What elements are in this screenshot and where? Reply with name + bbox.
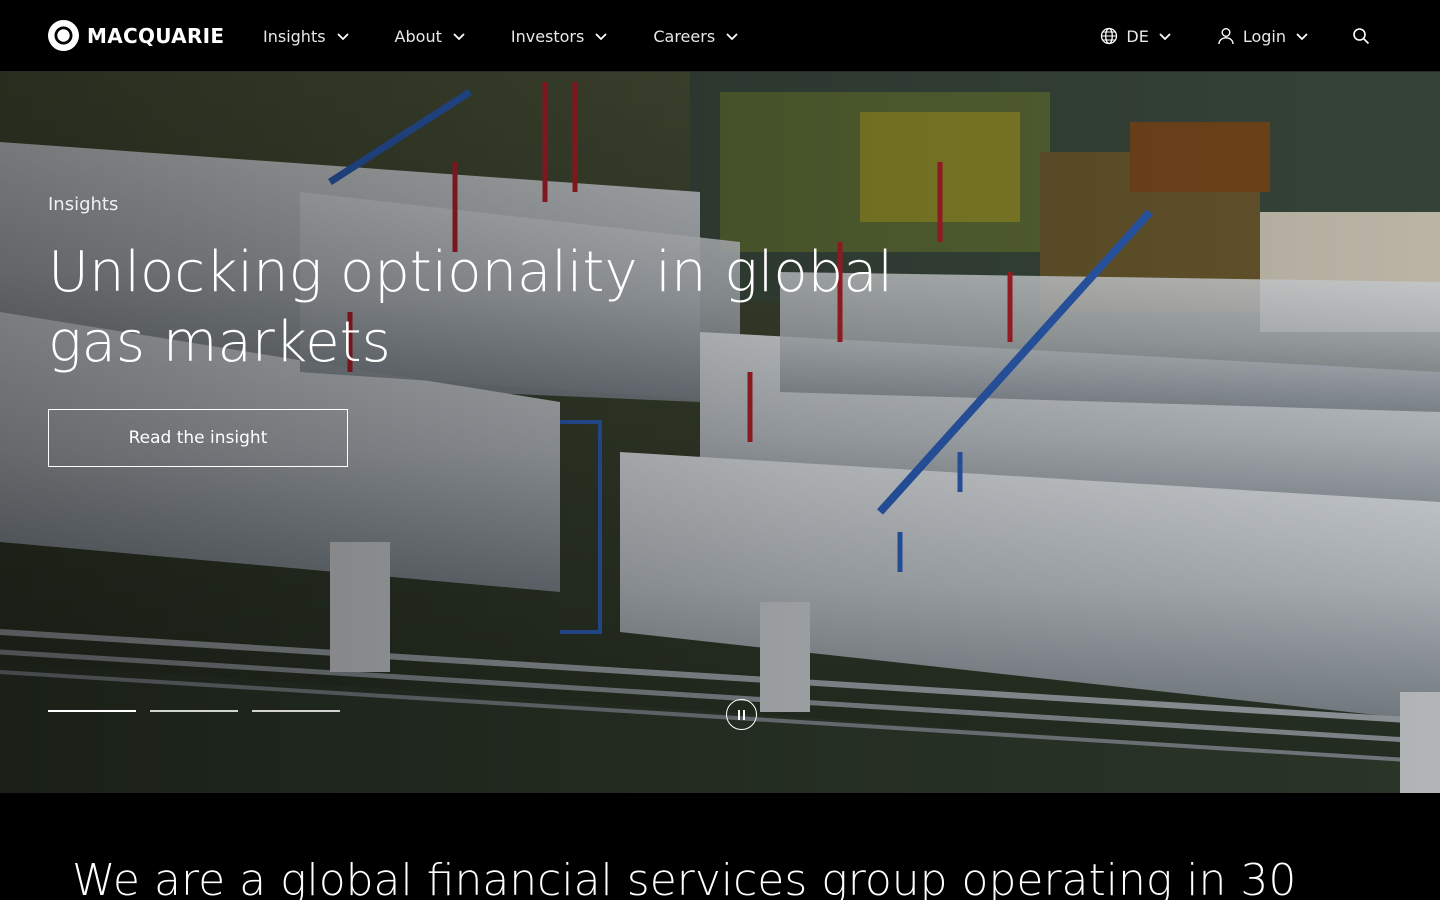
hero-eyebrow: Insights (48, 194, 119, 215)
hero-headline: Unlocking optionality in global gas mark… (48, 240, 894, 375)
utility-navigation: DE Login (1100, 0, 1370, 72)
hero-carousel: Insights Unlocking optionality in global… (0, 72, 1440, 793)
carousel-indicator-1[interactable] (48, 710, 136, 712)
search-button[interactable] (1352, 27, 1370, 45)
chevron-down-icon (726, 33, 738, 41)
login-label: Login (1242, 26, 1286, 46)
carousel-indicator-3[interactable] (252, 710, 340, 712)
read-the-insight-button[interactable]: Read the insight (48, 409, 348, 467)
macquarie-logo[interactable]: MACQUARIE (48, 20, 224, 51)
login-menu[interactable]: Login (1217, 27, 1310, 46)
intro-heading: We are a global financial services group… (72, 855, 1297, 900)
nav-item-investors[interactable]: Investors (511, 27, 609, 46)
top-navigation-bar: MACQUARIE Insights About Investors Caree… (0, 0, 1440, 72)
pause-button[interactable] (726, 699, 757, 730)
nav-item-label: Investors (510, 26, 585, 46)
pause-icon (738, 709, 745, 720)
brand-name: MACQUARIE (87, 23, 225, 48)
chevron-down-icon (595, 33, 607, 41)
language-label: DE (1126, 26, 1149, 46)
user-icon (1218, 28, 1234, 45)
nav-item-about[interactable]: About (395, 27, 467, 46)
nav-item-insights[interactable]: Insights (263, 27, 351, 46)
chevron-down-icon (336, 33, 349, 41)
chevron-down-icon (1159, 33, 1171, 41)
intro-section: We are a global financial services group… (0, 793, 1440, 900)
macquarie-logo-icon (48, 20, 79, 51)
nav-item-label: Careers (653, 26, 716, 46)
nav-item-label: About (394, 26, 442, 46)
carousel-indicators (48, 710, 340, 712)
chevron-down-icon (453, 33, 465, 41)
nav-item-label: Insights (263, 26, 326, 46)
chevron-down-icon (1296, 33, 1308, 41)
globe-icon (1101, 27, 1118, 45)
nav-item-careers[interactable]: Careers (653, 27, 740, 46)
language-selector[interactable]: DE (1100, 27, 1172, 46)
main-navigation: Insights About Investors Careers (263, 0, 784, 72)
carousel-indicator-2[interactable] (150, 710, 238, 712)
search-icon (1353, 28, 1370, 45)
